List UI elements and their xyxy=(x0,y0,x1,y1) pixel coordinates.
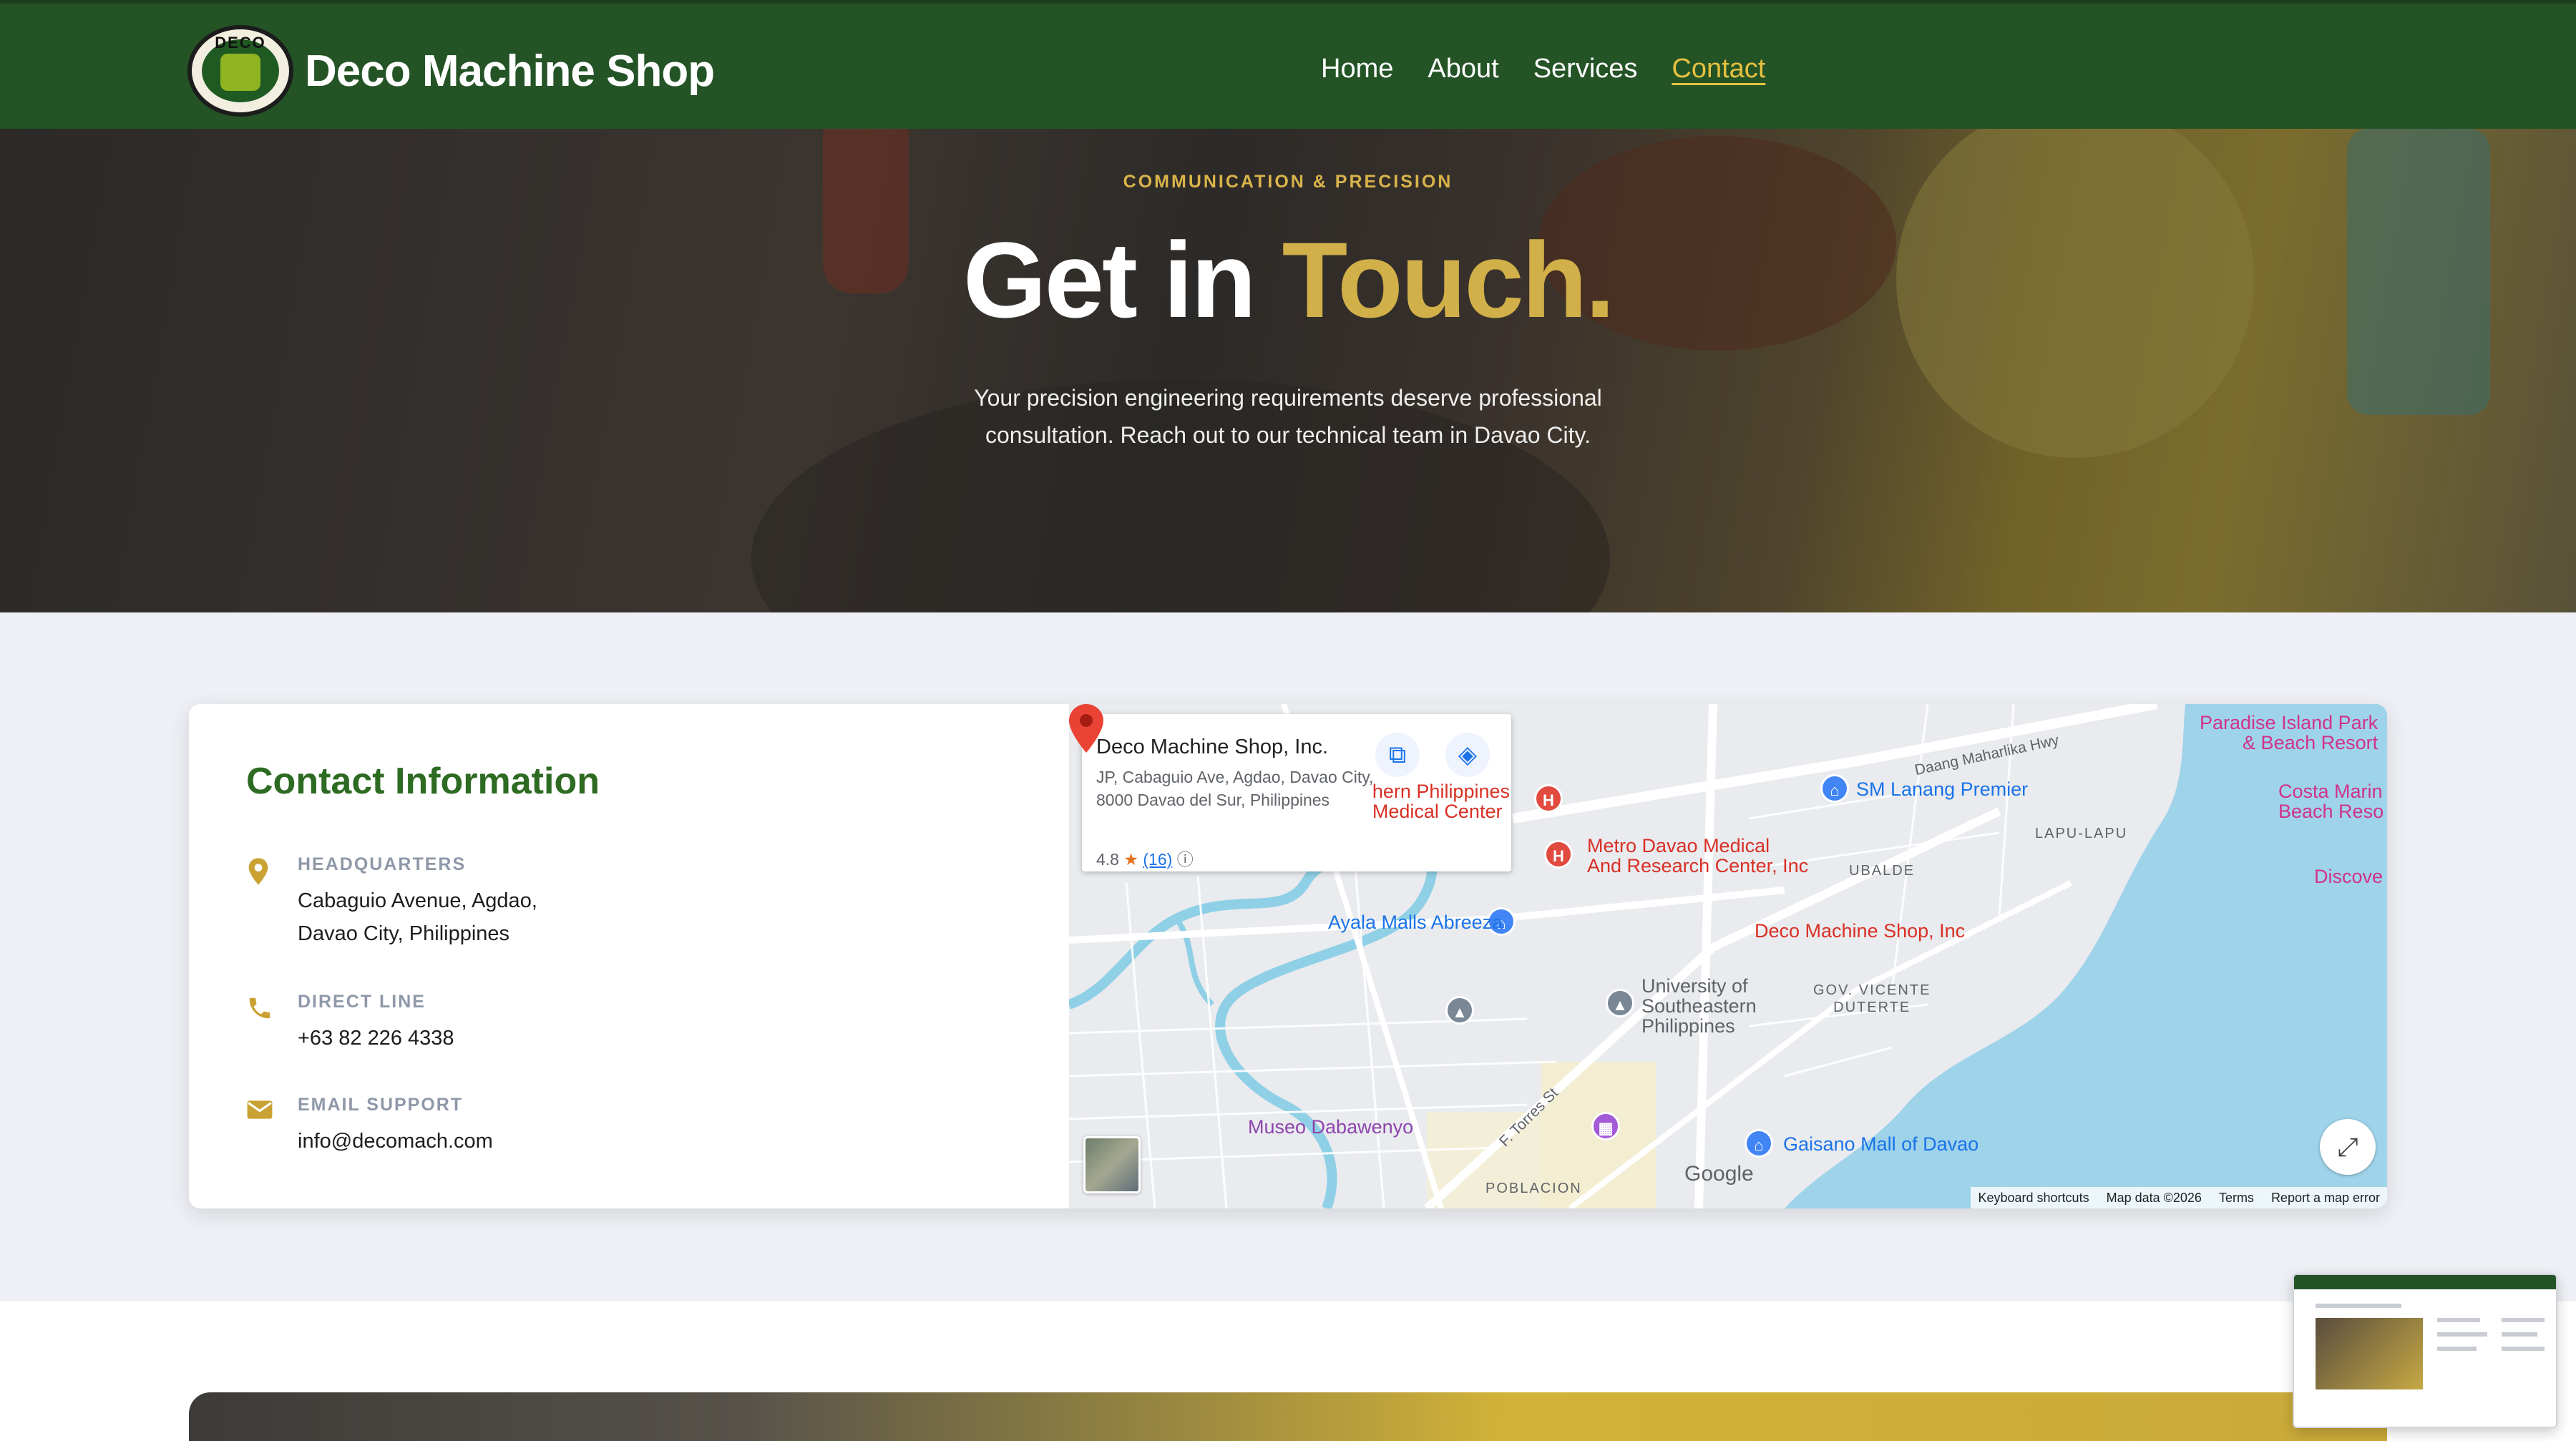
place-name: Deco Machine Shop, Inc. xyxy=(1096,736,1329,758)
place-rating: 4.8 ★ (16) ⓘ xyxy=(1096,846,1194,870)
thumbnail-line xyxy=(2437,1332,2487,1337)
sm-lanang-label: SM Lanang Premier xyxy=(1856,778,2029,800)
top-navbar: DECO Deco Machine Shop Home About Servic… xyxy=(0,0,2576,129)
nav-contact[interactable]: Contact xyxy=(1672,54,1765,84)
headquarters-label: HEADQUARTERS xyxy=(298,854,467,874)
hero-title-accent: Touch. xyxy=(1282,220,1615,340)
hero-overlay xyxy=(0,129,2576,612)
hospital-icon[interactable]: H xyxy=(1544,840,1573,869)
next-section-image xyxy=(189,1392,2387,1441)
thumbnail-line xyxy=(2502,1347,2545,1351)
phone-label: DIRECT LINE xyxy=(298,992,426,1012)
hero-title: Get in Touch. xyxy=(0,218,2576,342)
thumbnail-line xyxy=(2437,1318,2480,1322)
thumbnail-image xyxy=(2316,1318,2423,1389)
usep-label: University of Southeastern Philippines xyxy=(1641,975,1757,1037)
discovery-label: Discove xyxy=(2314,866,2384,887)
metro-davao-label: Metro Davao Medical And Research Center,… xyxy=(1587,835,1809,876)
shopping-icon[interactable]: ⌂ xyxy=(1745,1129,1773,1158)
headquarters-value: Cabaguio Avenue, Agdao, Davao City, Phil… xyxy=(298,889,537,945)
nav-about[interactable]: About xyxy=(1428,54,1498,84)
contact-info-panel: Contact Information HEADQUARTERS Cabagui… xyxy=(189,704,1069,1208)
lapu-lapu-label: LAPU-LAPU xyxy=(2035,826,2128,841)
keyboard-shortcuts-link[interactable]: Keyboard shortcuts xyxy=(1978,1187,2089,1208)
open-in-maps-icon[interactable]: ⧉ xyxy=(1375,733,1420,777)
google-logo: Google xyxy=(1684,1162,1754,1186)
hero-eyebrow: COMMUNICATION & PRECISION xyxy=(1123,172,1453,192)
rating-value: 4.8 xyxy=(1096,850,1119,869)
ayala-malls-label: Ayala Malls Abreeza xyxy=(1328,912,1503,933)
museum-icon[interactable]: ▦ xyxy=(1591,1112,1620,1140)
museo-dabawenyo-label: Museo Dabawenyo xyxy=(1248,1116,1414,1138)
hero-section: COMMUNICATION & PRECISION Get in Touch. … xyxy=(0,129,2576,612)
report-map-error-link[interactable]: Report a map error xyxy=(2271,1187,2380,1208)
review-count-link[interactable]: (16) xyxy=(1143,850,1172,869)
map-data-text: Map data ©2026 xyxy=(2106,1191,2202,1205)
costa-marina-label: Costa Marin Beach Reso xyxy=(2278,781,2384,822)
shopping-icon[interactable]: ⌂ xyxy=(1820,774,1849,803)
email-label: EMAIL SUPPORT xyxy=(298,1095,464,1115)
nav-home[interactable]: Home xyxy=(1321,54,1393,84)
email-value[interactable]: info@decomach.com xyxy=(298,1125,942,1158)
brand[interactable]: DECO Deco Machine Shop xyxy=(187,25,715,117)
nav-services[interactable]: Services xyxy=(1533,54,1638,84)
hero-title-main: Get in xyxy=(962,220,1282,340)
poblacion-label: POBLACION xyxy=(1485,1181,1582,1196)
southern-philippines-label: hern Philippines Medical Center xyxy=(1372,781,1510,822)
main-menu: Home About Services Contact xyxy=(1321,54,1765,84)
deco-marker-label: Deco Machine Shop, Inc xyxy=(1755,920,1966,942)
thumbnail-line xyxy=(2502,1332,2537,1337)
phone-icon xyxy=(246,995,275,1023)
contact-info-title: Contact Information xyxy=(246,761,600,802)
logo-machine-icon xyxy=(220,54,260,91)
thumbnail-line xyxy=(2437,1347,2477,1351)
hero-subtitle: Your precision engineering requirements … xyxy=(974,385,1602,448)
place-address: JP, Cabaguio Ave, Agdao, Davao City, 800… xyxy=(1096,768,1374,809)
thumbnail-navbar xyxy=(2294,1275,2556,1289)
google-map[interactable]: Deco Machine Shop, Inc. JP, Cabaguio Ave… xyxy=(1069,704,2387,1208)
thumbnail-line xyxy=(2502,1318,2545,1322)
directions-icon[interactable]: ◈ xyxy=(1445,733,1490,777)
gov-vicente-duterte-label: GOV. VICENTE DUTERTE xyxy=(1813,982,1931,1015)
location-pin-icon[interactable] xyxy=(1069,704,1103,753)
star-icon: ★ xyxy=(1123,850,1138,869)
fullscreen-icon[interactable]: ⤢ xyxy=(2320,1119,2376,1175)
thumbnail-line xyxy=(2316,1304,2401,1308)
brand-name: Deco Machine Shop xyxy=(305,46,715,96)
paradise-island-label: Paradise Island Park & Beach Resort xyxy=(2200,712,2379,753)
satellite-toggle[interactable] xyxy=(1083,1136,1141,1193)
terms-link[interactable]: Terms xyxy=(2219,1187,2254,1208)
brand-logo: DECO xyxy=(187,25,293,117)
contact-card: Contact Information HEADQUARTERS Cabagui… xyxy=(189,704,2387,1208)
mail-icon xyxy=(246,1098,275,1126)
page-preview-thumbnail[interactable] xyxy=(2293,1274,2557,1428)
hospital-icon[interactable]: H xyxy=(1534,784,1563,813)
info-icon[interactable]: ⓘ xyxy=(1177,850,1194,869)
map-attribution: Keyboard shortcuts Map data ©2026 Terms … xyxy=(1971,1187,2387,1208)
phone-value[interactable]: +63 82 226 4338 xyxy=(298,1022,942,1055)
school-icon[interactable]: ▲ xyxy=(1606,989,1634,1017)
logo-text: DECO xyxy=(215,34,266,52)
map-pin-icon xyxy=(246,857,275,886)
gaisano-mall-label: Gaisano Mall of Davao xyxy=(1783,1133,1979,1155)
school-icon[interactable]: ▲ xyxy=(1445,996,1474,1025)
ubalde-label: UBALDE xyxy=(1849,863,1916,879)
